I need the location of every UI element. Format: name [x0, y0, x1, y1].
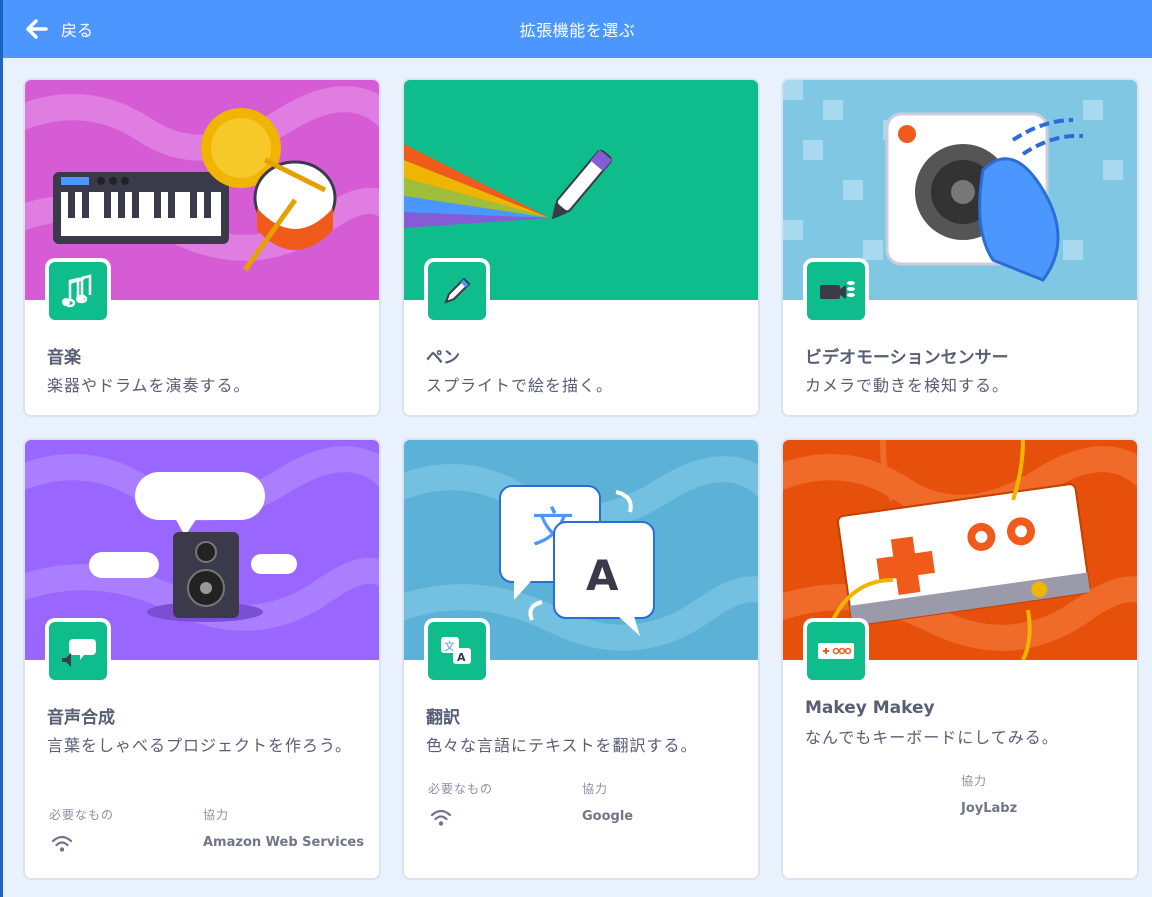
pen-icon-box — [424, 258, 490, 324]
extension-name: Makey Makey — [805, 698, 935, 718]
wifi-icon — [430, 809, 452, 826]
extension-name: ビデオモーションセンサー — [805, 348, 1009, 368]
extension-description: 色々な言語にテキストを翻訳する。 — [426, 736, 698, 755]
extension-description: 楽器やドラムを演奏する。 — [47, 376, 251, 395]
back-button[interactable]: 戻る — [25, 0, 93, 58]
extension-card-makey-makey[interactable]: Makey Makey なんでもキーボードにしてみる。 協力 JoyLabz — [781, 438, 1139, 880]
extension-name: 翻訳 — [426, 708, 460, 728]
speech-bubble-icon — [62, 639, 96, 667]
collab-label: 協力 — [582, 782, 609, 796]
extension-description: 言葉をしゃべるプロジェクトを作ろう。 — [47, 736, 353, 755]
translate-icon-box: 文 A — [424, 618, 490, 684]
makey-board-icon — [818, 643, 854, 659]
window-left-edge — [0, 0, 3, 897]
svg-text:A: A — [457, 651, 466, 664]
collab-value: Google — [582, 809, 634, 824]
back-label: 戻る — [61, 21, 94, 40]
extension-description: カメラで動きを検知する。 — [805, 376, 1010, 395]
extension-description: スプライトで絵を描く。 — [426, 376, 614, 395]
header-bar: 戻る 拡張機能を選ぶ — [3, 0, 1152, 58]
music-notes-icon — [62, 274, 92, 308]
svg-text:A: A — [586, 551, 619, 600]
speech-icon-box — [45, 618, 111, 684]
extension-name: 音声合成 — [47, 708, 115, 728]
extension-card-video-motion[interactable]: ビデオモーションセンサー カメラで動きを検知する。 — [781, 78, 1139, 417]
extension-card-text-to-speech[interactable]: 音声合成 言葉をしゃべるプロジェクトを作ろう。 必要なもの 協力 Amazon … — [23, 438, 381, 880]
video-camera-icon — [820, 281, 855, 299]
requires-label: 必要なもの — [428, 782, 494, 796]
extension-name: 音楽 — [47, 348, 81, 368]
makey-icon-box — [803, 618, 869, 684]
music-icon-box — [45, 258, 111, 324]
arrow-left-icon — [26, 19, 48, 39]
page-title: 拡張機能を選ぶ — [519, 21, 636, 40]
collab-label: 協力 — [961, 774, 988, 788]
pen-icon — [444, 277, 471, 304]
collab-label: 協力 — [203, 808, 230, 822]
extension-card-music[interactable]: 音楽 楽器やドラムを演奏する。 — [23, 78, 381, 417]
extension-card-pen[interactable]: ペン スプライトで絵を描く。 — [402, 78, 760, 417]
extension-name: ペン — [426, 348, 460, 368]
collab-value: Amazon Web Services — [203, 835, 364, 850]
collab-value: JoyLabz — [961, 801, 1018, 816]
extension-card-translate[interactable]: 文 A 文 A 翻訳 色々な言語にテキストを翻訳する。 必要なもの 協力 Goo… — [402, 438, 760, 880]
extension-description: なんでもキーボードにしてみる。 — [805, 728, 1059, 747]
video-icon-box — [803, 258, 869, 324]
translate-icon: 文 A — [441, 637, 471, 664]
wifi-icon — [51, 835, 73, 852]
requires-label: 必要なもの — [49, 808, 115, 822]
